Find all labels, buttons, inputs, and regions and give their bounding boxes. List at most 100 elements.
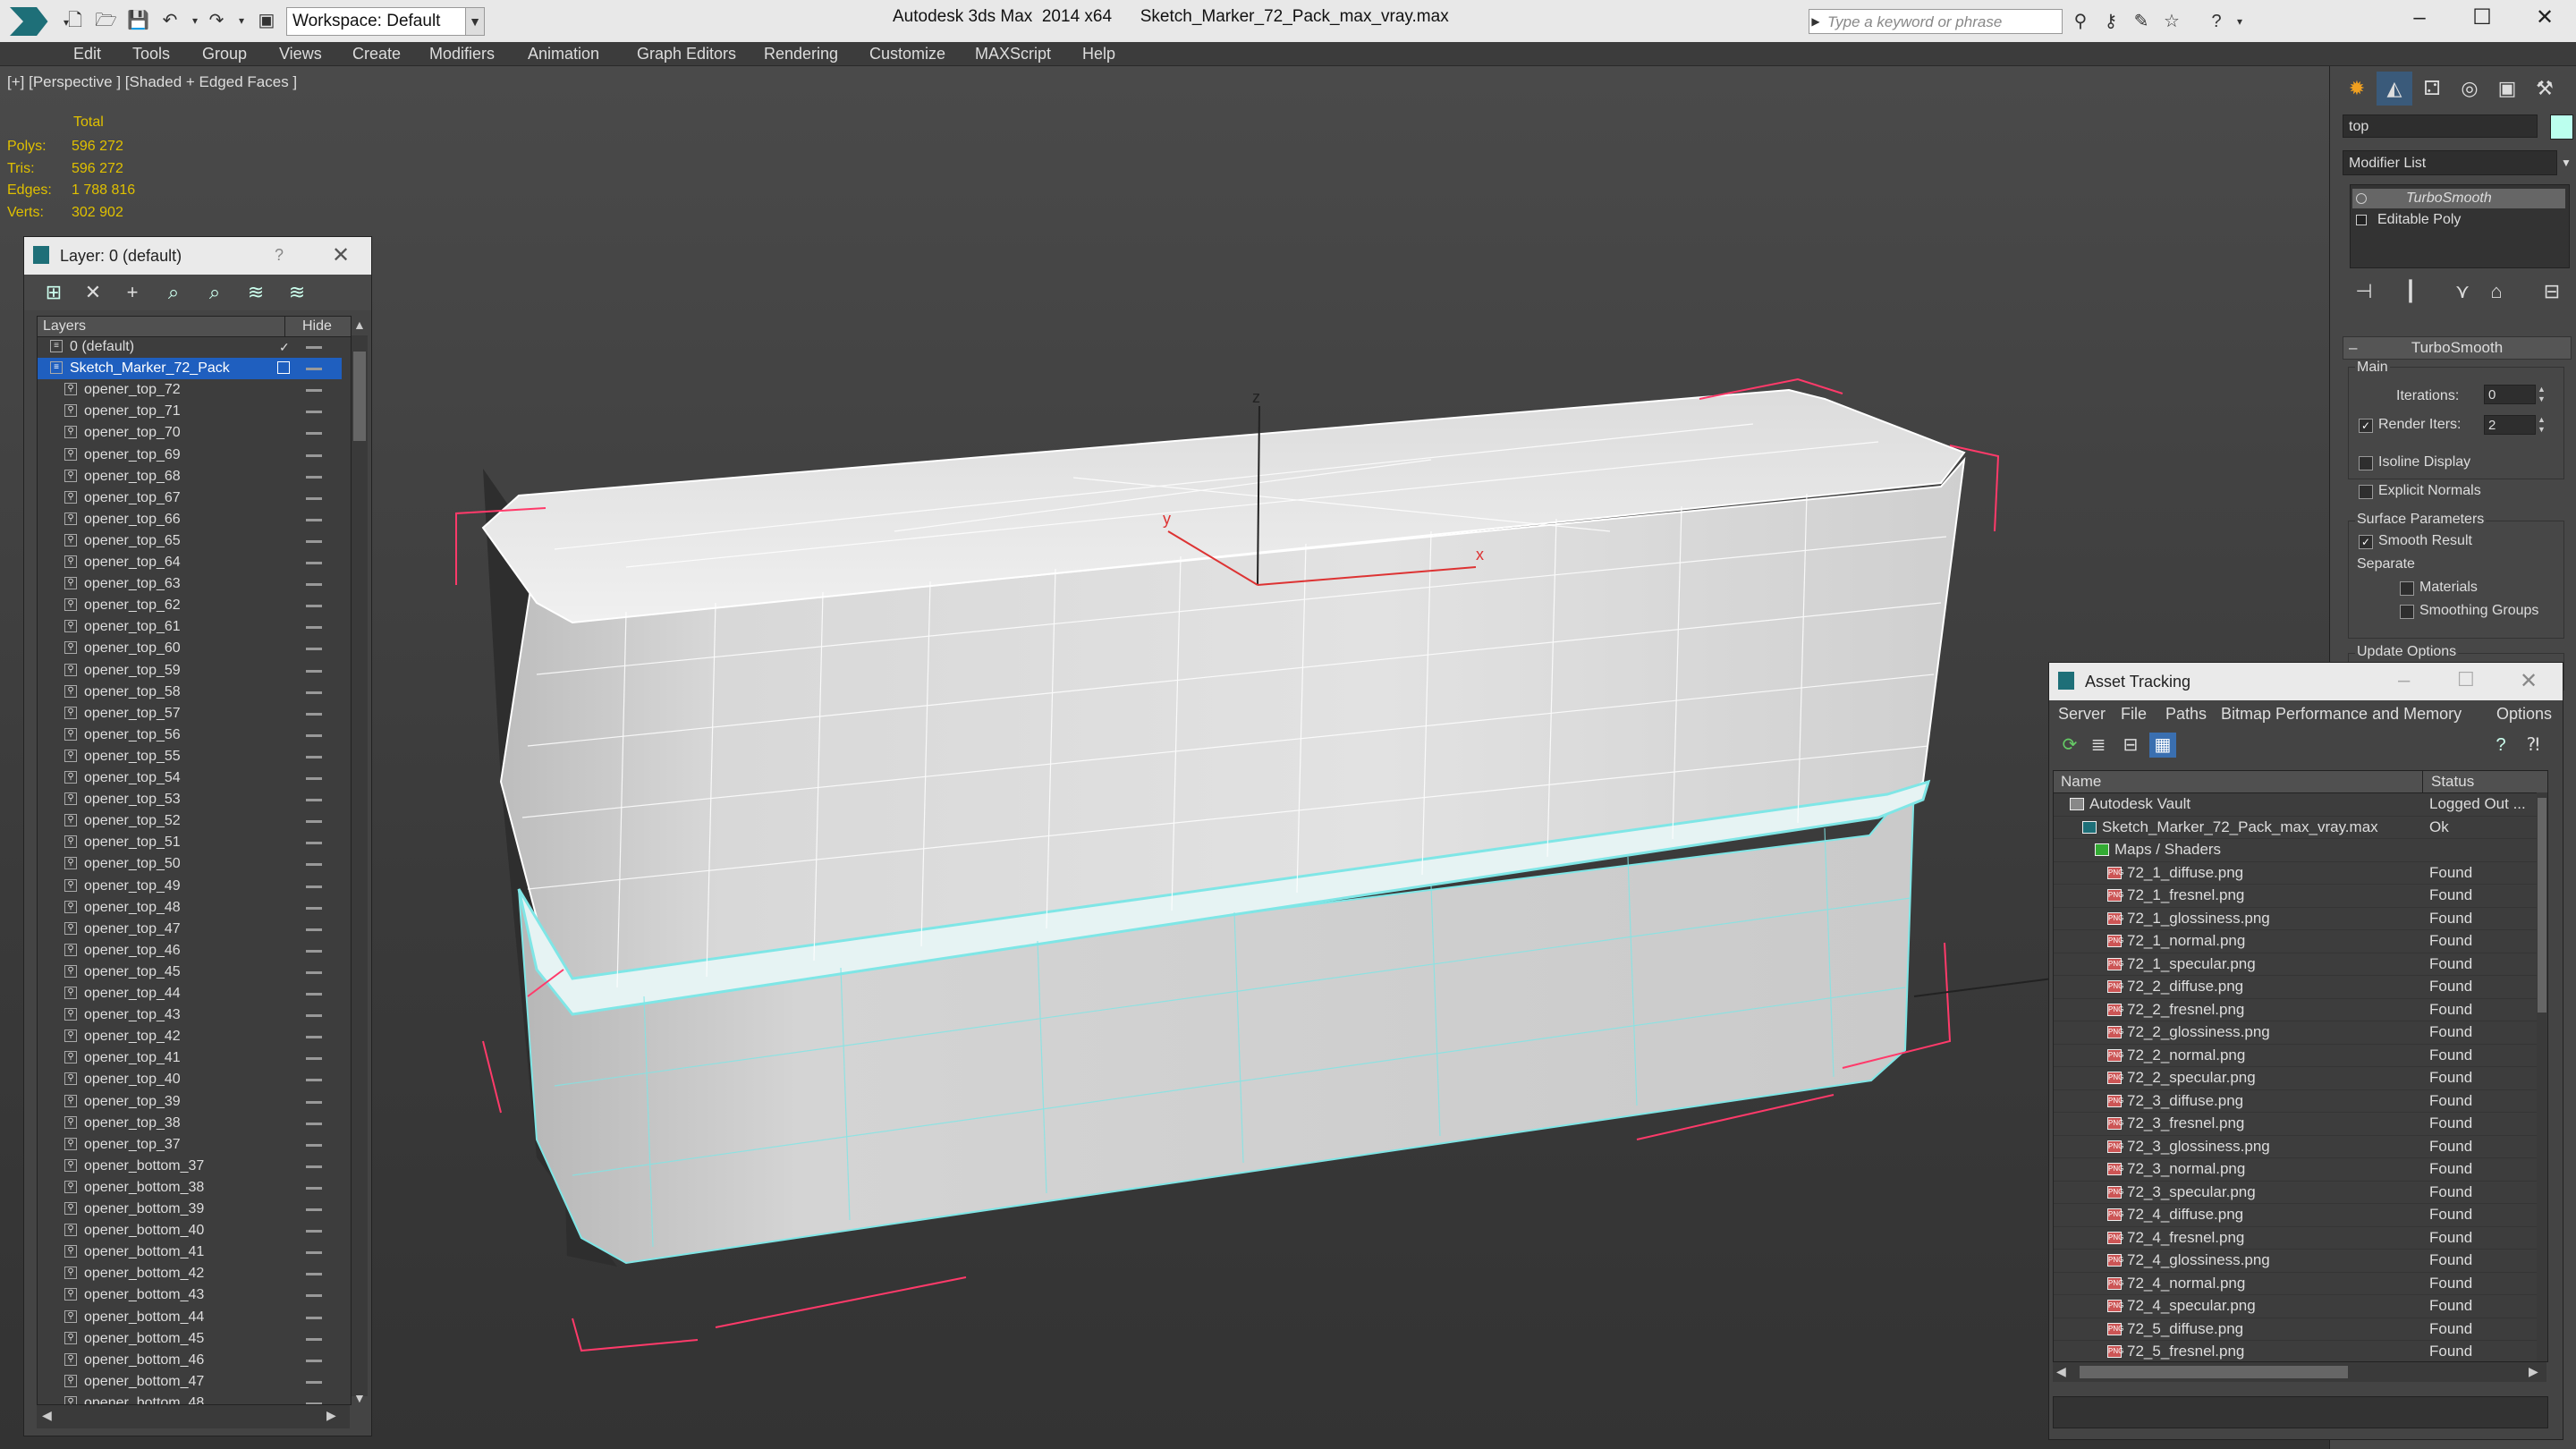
layer-horizontal-scrollbar[interactable]: ◀ ▶ bbox=[37, 1405, 350, 1428]
layer-row[interactable]: ⚲ opener_top_52 bbox=[38, 810, 342, 832]
asset-row[interactable]: PNG 72_5_fresnel.png Found bbox=[2054, 1340, 2537, 1361]
layer-row[interactable]: ⚲ opener_top_62 bbox=[38, 595, 342, 616]
hide-toggle[interactable] bbox=[306, 799, 322, 802]
maximize-icon[interactable]: ☐ bbox=[2457, 668, 2475, 691]
subscription-icon[interactable]: ⚷ bbox=[2098, 9, 2123, 34]
layer-row[interactable]: ⚲ opener_bottom_41 bbox=[38, 1241, 342, 1263]
hide-toggle[interactable] bbox=[306, 389, 322, 393]
scroll-down-icon[interactable]: ▼ bbox=[353, 1391, 366, 1405]
layer-row[interactable]: ⚲ opener_top_49 bbox=[38, 876, 342, 897]
layer-row[interactable]: ⚲ opener_top_40 bbox=[38, 1069, 342, 1090]
create-tab-icon[interactable]: ✹ bbox=[2339, 72, 2375, 106]
asset-row[interactable]: PNG 72_1_normal.png Found bbox=[2054, 929, 2537, 953]
asset-row[interactable]: PNG 72_4_normal.png Found bbox=[2054, 1272, 2537, 1295]
hide-toggle[interactable] bbox=[306, 906, 322, 910]
hide-toggle[interactable] bbox=[306, 562, 322, 564]
binoculars-icon[interactable]: ⚲ bbox=[2068, 9, 2093, 34]
layer-row[interactable]: ⚲ opener_top_63 bbox=[38, 573, 342, 595]
col-layers[interactable]: Layers bbox=[43, 318, 86, 335]
layer-row[interactable]: ⚲ opener_top_65 bbox=[38, 530, 342, 552]
hide-toggle[interactable] bbox=[306, 669, 322, 673]
hide-toggle[interactable] bbox=[306, 820, 322, 824]
hide-toggle[interactable] bbox=[306, 1036, 322, 1039]
hide-toggle[interactable] bbox=[306, 1380, 322, 1384]
menu-tools[interactable]: Tools bbox=[132, 42, 170, 65]
scroll-right-icon[interactable]: ▶ bbox=[326, 1408, 336, 1423]
hide-toggle[interactable] bbox=[306, 1165, 322, 1168]
hide-toggle[interactable] bbox=[306, 518, 322, 521]
menu-group[interactable]: Group bbox=[202, 42, 247, 65]
spinner-arrows-icon[interactable]: ▲ ▼ bbox=[2538, 385, 2546, 404]
save-file-icon[interactable]: 💾 bbox=[127, 11, 149, 30]
layer-row[interactable]: ⚲ opener_top_55 bbox=[38, 746, 342, 767]
layer-row[interactable]: ⚲ opener_top_54 bbox=[38, 767, 342, 789]
layer-row[interactable]: ⚲ opener_bottom_45 bbox=[38, 1328, 342, 1350]
open-file-icon[interactable]: 🗁 bbox=[95, 11, 117, 30]
hide-toggle[interactable] bbox=[306, 1359, 322, 1362]
col-status[interactable]: Status bbox=[2431, 771, 2474, 792]
layer-row[interactable]: ⚲ opener_bottom_42 bbox=[38, 1263, 342, 1284]
layer-row[interactable]: ⚲ opener_top_41 bbox=[38, 1047, 342, 1069]
layer-row[interactable]: ⚲ opener_bottom_40 bbox=[38, 1220, 342, 1241]
asset-row[interactable]: PNG 72_2_glossiness.png Found bbox=[2054, 1021, 2537, 1045]
layer-vertical-scrollbar[interactable] bbox=[352, 335, 368, 1396]
asset-row[interactable]: Sketch_Marker_72_Pack_max_vray.max Ok bbox=[2054, 816, 2537, 839]
hide-toggle[interactable] bbox=[306, 842, 322, 845]
collapse-icon[interactable]: – bbox=[2349, 337, 2357, 359]
list-view-icon[interactable]: ≣ bbox=[2085, 733, 2112, 758]
hide-toggle[interactable] bbox=[306, 1273, 322, 1276]
hide-toggle[interactable] bbox=[306, 691, 322, 694]
spinner-arrows-icon[interactable]: ▲ ▼ bbox=[2538, 415, 2546, 435]
isoline-display-checkbox[interactable] bbox=[2359, 456, 2373, 470]
asset-row[interactable]: PNG 72_2_normal.png Found bbox=[2054, 1044, 2537, 1067]
hide-toggle[interactable] bbox=[306, 949, 322, 953]
remove-modifier-icon[interactable]: ⌂ bbox=[2482, 277, 2511, 306]
menu-server[interactable]: Server bbox=[2058, 700, 2106, 727]
hide-toggle[interactable] bbox=[306, 411, 322, 414]
tree-view-icon[interactable]: ⊟ bbox=[2117, 733, 2144, 758]
minimize-icon[interactable]: – bbox=[2398, 668, 2410, 693]
new-layer-icon[interactable]: ⊞ bbox=[40, 280, 67, 305]
hide-toggle[interactable] bbox=[306, 1186, 322, 1190]
hide-toggle[interactable] bbox=[306, 777, 322, 780]
layer-row[interactable]: ⚲ opener_top_46 bbox=[38, 940, 342, 962]
layer-row[interactable]: ⚲ opener_top_38 bbox=[38, 1113, 342, 1134]
motion-tab-icon[interactable]: ◎ bbox=[2452, 72, 2487, 106]
stack-item-turbosmooth[interactable]: TurboSmooth bbox=[2352, 189, 2565, 208]
redo-dropdown-icon[interactable]: ▾ bbox=[231, 11, 252, 30]
layer-row[interactable]: ⚲ opener_top_68 bbox=[38, 466, 342, 487]
asset-row[interactable]: PNG 72_3_normal.png Found bbox=[2054, 1157, 2537, 1182]
hide-all-icon[interactable]: ≋ bbox=[242, 280, 269, 305]
hide-toggle[interactable] bbox=[306, 346, 322, 349]
highlight-layer-icon[interactable]: ⌕ bbox=[201, 280, 228, 305]
render-iters-spinner[interactable]: 2 bbox=[2484, 415, 2536, 435]
menu-bitmap-performance[interactable]: Bitmap Performance and Memory bbox=[2221, 700, 2462, 727]
menu-edit[interactable]: Edit bbox=[73, 42, 101, 65]
hide-toggle[interactable] bbox=[306, 970, 322, 974]
pin-stack-icon[interactable]: ⊣ bbox=[2350, 277, 2378, 306]
menu-options[interactable]: Options bbox=[2496, 700, 2552, 727]
asset-row[interactable]: PNG 72_3_specular.png Found bbox=[2054, 1181, 2537, 1204]
layer-row[interactable]: ⚲ opener_top_69 bbox=[38, 445, 342, 466]
layer-row[interactable]: ⚲ opener_top_71 bbox=[38, 401, 342, 422]
hide-toggle[interactable] bbox=[306, 496, 322, 500]
hide-toggle[interactable] bbox=[306, 1337, 322, 1341]
help-icon[interactable]: ? bbox=[2487, 733, 2514, 758]
hide-toggle[interactable] bbox=[306, 863, 322, 867]
menu-animation[interactable]: Animation bbox=[528, 42, 599, 65]
menu-customize[interactable]: Customize bbox=[869, 42, 945, 65]
hide-toggle[interactable] bbox=[306, 733, 322, 737]
add-to-layer-icon[interactable]: + bbox=[119, 280, 146, 305]
render-iters-checkbox[interactable]: ✓ bbox=[2359, 419, 2373, 433]
layer-row[interactable]: ⚲ opener_bottom_47 bbox=[38, 1371, 342, 1393]
menu-maxscript[interactable]: MAXScript bbox=[975, 42, 1051, 65]
layer-row[interactable]: ⚲ opener_top_37 bbox=[38, 1134, 342, 1156]
new-file-icon[interactable]: 🗋 bbox=[64, 11, 86, 30]
smoothing-groups-checkbox[interactable] bbox=[2400, 605, 2414, 619]
asset-hscroll-thumb[interactable] bbox=[2080, 1366, 2348, 1378]
layer-row[interactable]: ⚲ opener_top_66 bbox=[38, 509, 342, 530]
asset-row[interactable]: Autodesk Vault Logged Out ... bbox=[2054, 792, 2537, 817]
make-current-icon[interactable] bbox=[277, 361, 290, 375]
layer-row[interactable]: ⚲ opener_top_45 bbox=[38, 962, 342, 983]
col-hide[interactable]: Hide bbox=[302, 318, 332, 335]
